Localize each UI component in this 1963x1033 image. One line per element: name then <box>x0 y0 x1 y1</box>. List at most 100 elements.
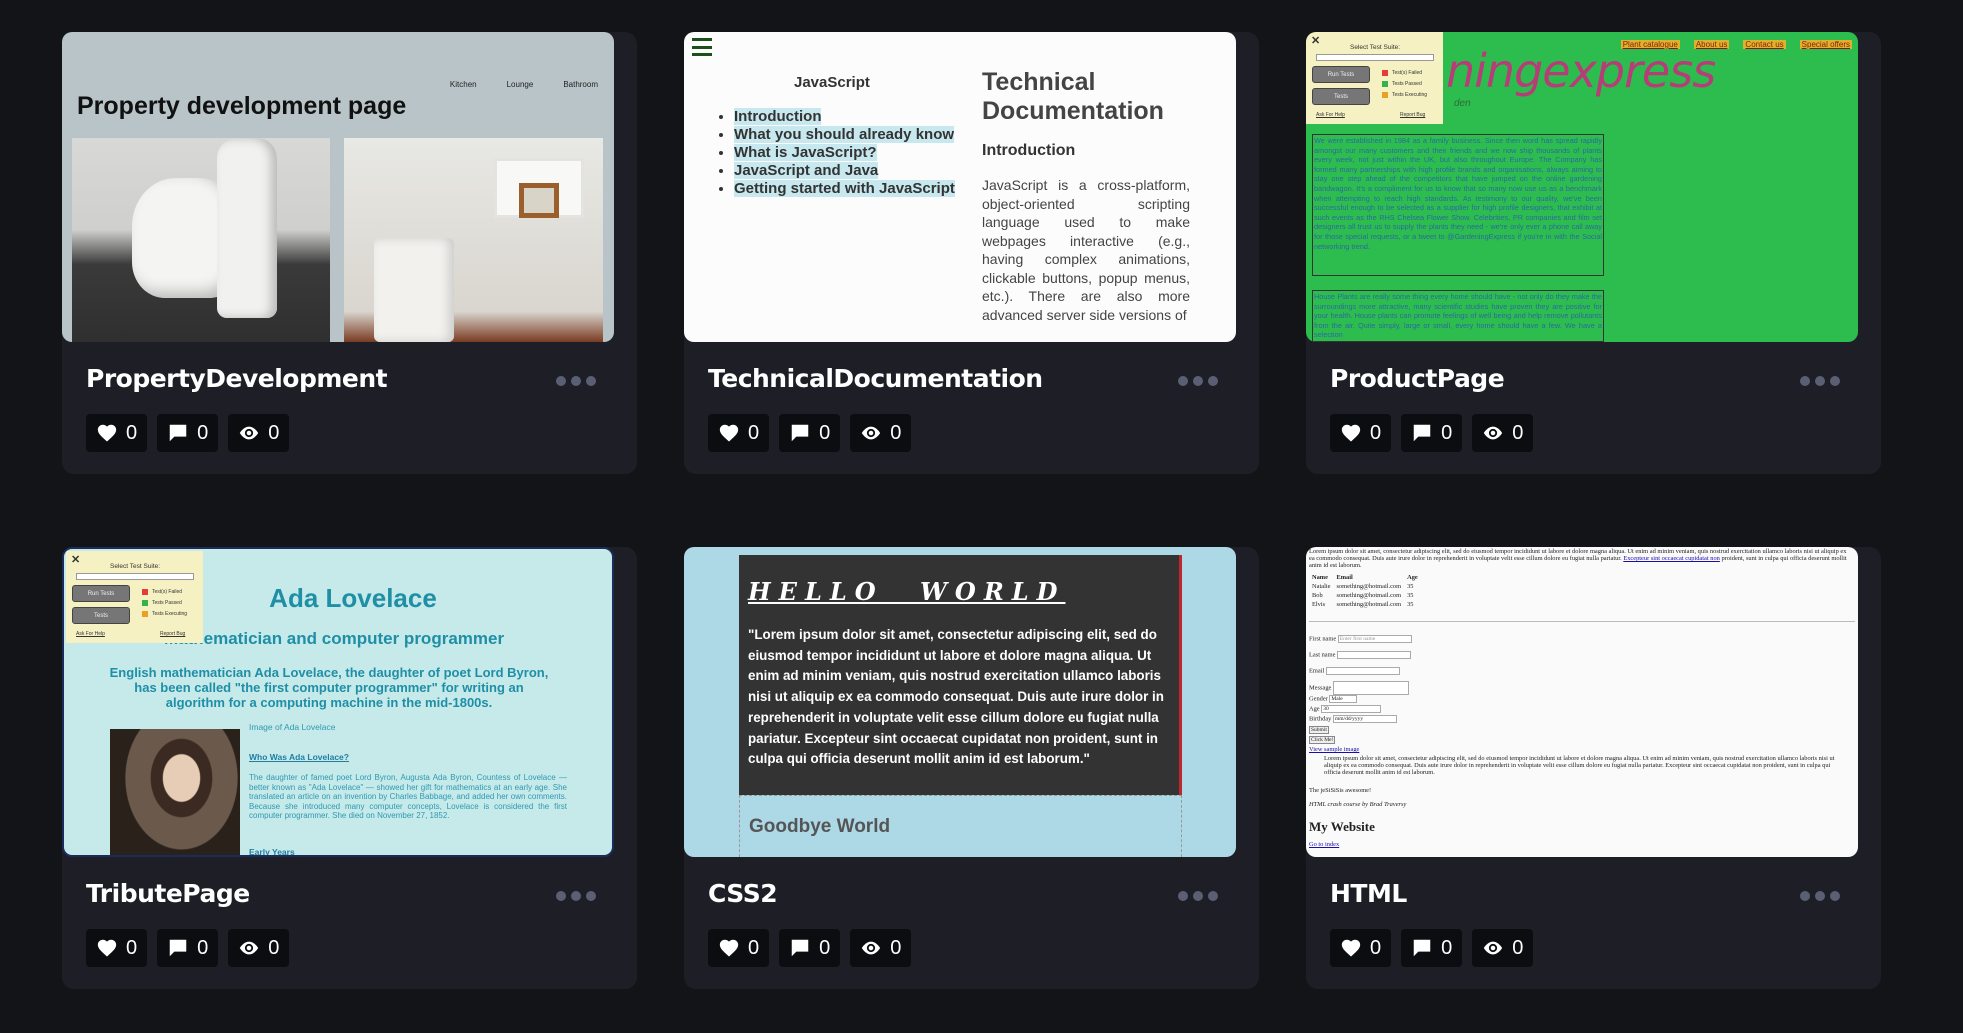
tests-button: Tests <box>72 607 130 624</box>
test-suite-panel: ✕ Select Test Suite: Run Tests Tests Tes… <box>1306 32 1443 124</box>
comment-icon <box>169 939 187 957</box>
pen-preview[interactable]: Lorem ipsum dolor sit amet, consectetur … <box>1306 547 1858 857</box>
pen-preview[interactable]: Kitchen Lounge Bathroom Property develop… <box>62 32 614 342</box>
doc-nav-item: Introduction <box>734 108 955 125</box>
more-icon[interactable] <box>556 376 596 386</box>
pen-card-product-page: ningexpress den Plant catalogue About us… <box>1306 32 1881 474</box>
brand-sub: den <box>1454 98 1471 109</box>
more-icon[interactable] <box>1178 376 1218 386</box>
pen-preview[interactable]: HELLO WORLD "Lorem ipsum dolor sit amet,… <box>684 547 1236 857</box>
pen-stats: 0 0 0 <box>708 929 912 967</box>
pen-stats: 0 0 0 <box>86 929 290 967</box>
tribute-lead: English mathematician Ada Lovelace, the … <box>109 665 549 710</box>
comment-button[interactable]: 0 <box>1401 929 1463 967</box>
comment-icon <box>1413 939 1431 957</box>
legend-failed: Test(s) Failed <box>142 589 182 595</box>
pen-card-property-development: Kitchen Lounge Bathroom Property develop… <box>62 32 637 474</box>
run-tests-button: Run Tests <box>1312 66 1370 83</box>
comment-button[interactable]: 0 <box>157 929 219 967</box>
pen-card-css2: HELLO WORLD "Lorem ipsum dolor sit amet,… <box>684 547 1259 989</box>
view-button[interactable]: 0 <box>1472 414 1534 452</box>
divider <box>1309 621 1855 622</box>
like-button[interactable]: 0 <box>708 929 770 967</box>
pen-title[interactable]: CSS2 <box>708 879 778 908</box>
nav-item: Kitchen <box>449 80 477 89</box>
comment-count: 0 <box>1441 936 1453 959</box>
bathroom-photo <box>72 138 330 342</box>
pen-title[interactable]: ProductPage <box>1330 364 1505 393</box>
doc-heading: Technical Documentation <box>982 68 1164 125</box>
run-tests-button: Run Tests <box>72 585 130 602</box>
gender-select: Male <box>1329 695 1358 703</box>
view-count: 0 <box>1512 421 1524 444</box>
more-icon[interactable] <box>1800 376 1840 386</box>
pen-preview[interactable]: Ada Lovelace Mathematician and computer … <box>62 547 614 857</box>
ask-help-link: Ask For Help <box>76 631 105 637</box>
site-title: My Website <box>1309 819 1375 834</box>
pen-preview[interactable]: JavaScript Introduction What you should … <box>684 32 1236 342</box>
like-button[interactable]: 0 <box>86 414 148 452</box>
pen-title[interactable]: TributePage <box>86 879 250 908</box>
lorem-blockquote: Lorem ipsum dolor sit amet, consectetur … <box>1324 755 1835 776</box>
view-count: 0 <box>268 936 280 959</box>
pen-title[interactable]: HTML <box>1330 879 1407 908</box>
pen-title[interactable]: TechnicalDocumentation <box>708 364 1043 393</box>
pen-stats: 0 0 0 <box>708 414 912 452</box>
hamburger-icon <box>692 38 712 56</box>
like-button[interactable]: 0 <box>708 414 770 452</box>
report-bug-link: Report Bug <box>1400 112 1426 118</box>
about-paragraph: We were established in 1984 as a family … <box>1312 134 1604 276</box>
close-icon: ✕ <box>1311 35 1321 47</box>
heart-icon <box>719 939 739 957</box>
birthday-field: mm/dd/yyyy <box>1332 715 1397 723</box>
like-button[interactable]: 0 <box>86 929 148 967</box>
comment-count: 0 <box>819 421 831 444</box>
eye-icon <box>1484 941 1503 955</box>
more-icon[interactable] <box>1178 891 1218 901</box>
doc-nav-item: JavaScript and Java <box>734 162 955 179</box>
pen-preview[interactable]: ningexpress den Plant catalogue About us… <box>1306 32 1858 342</box>
people-table: Name Email Age Natalie something@hotmail.co… <box>1309 573 1421 609</box>
view-button[interactable]: 0 <box>228 929 290 967</box>
nav-item: Lounge <box>506 80 534 89</box>
pen-title[interactable]: PropertyDevelopment <box>86 364 388 393</box>
hello-panel: HELLO WORLD "Lorem ipsum dolor sit amet,… <box>739 555 1182 795</box>
eye-icon <box>1484 426 1503 440</box>
doc-nav-item: Getting started with JavaScript <box>734 180 955 197</box>
like-count: 0 <box>1370 421 1382 444</box>
bathroom-photo <box>344 138 603 342</box>
email-field <box>1325 667 1400 675</box>
image-caption: Image of Ada Lovelace <box>249 722 336 732</box>
view-button[interactable]: 0 <box>1472 929 1534 967</box>
test-suite-label: Select Test Suite: <box>1350 44 1401 51</box>
like-button[interactable]: 0 <box>1330 414 1392 452</box>
goodbye-heading: Goodbye World <box>749 816 891 837</box>
comment-icon <box>169 424 187 442</box>
view-button[interactable]: 0 <box>850 414 912 452</box>
who-link: Who Was Ada Lovelace? <box>249 752 349 762</box>
lorem-paragraph: Lorem ipsum dolor sit amet, consectetur … <box>1309 548 1847 569</box>
test-suite-select <box>1316 54 1434 61</box>
comment-button[interactable]: 0 <box>779 929 841 967</box>
eye-icon <box>240 941 259 955</box>
pen-card-html: Lorem ipsum dolor sit amet, consectetur … <box>1306 547 1881 989</box>
lorem-quote: "Lorem ipsum dolor sit amet, consectetur… <box>748 627 1164 767</box>
comment-icon <box>791 939 809 957</box>
view-button[interactable]: 0 <box>850 929 912 967</box>
more-icon[interactable] <box>556 891 596 901</box>
nav-link: Plant catalogue <box>1620 40 1680 49</box>
comment-button[interactable]: 0 <box>1401 414 1463 452</box>
houseplants-paragraph: House Plants are really some thing every… <box>1312 290 1604 342</box>
eye-icon <box>862 941 881 955</box>
comment-button[interactable]: 0 <box>779 414 841 452</box>
view-button[interactable]: 0 <box>228 414 290 452</box>
pen-stats: 0 0 0 <box>86 414 290 452</box>
more-icon[interactable] <box>1800 891 1840 901</box>
doc-body: JavaScript is a cross-platform, object-o… <box>982 177 1190 323</box>
heart-icon <box>97 424 117 442</box>
goodbye-panel: Goodbye World <box>739 795 1182 857</box>
sidebar-title: JavaScript <box>794 74 870 91</box>
last-name-field <box>1337 651 1412 659</box>
like-button[interactable]: 0 <box>1330 929 1392 967</box>
comment-button[interactable]: 0 <box>157 414 219 452</box>
